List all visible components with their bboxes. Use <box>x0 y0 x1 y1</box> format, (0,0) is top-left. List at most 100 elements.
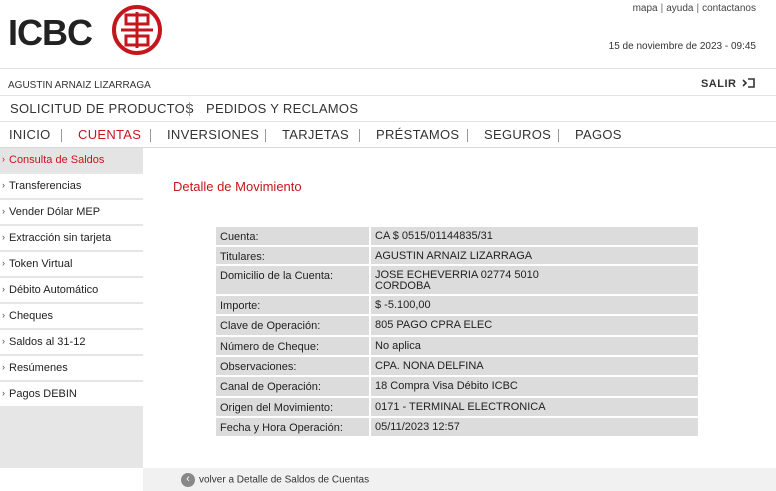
column-divider <box>369 357 371 375</box>
table-row: Titulares: AGUSTIN ARNAIZ LIZARRAGA <box>216 247 698 266</box>
menu-pedidos-y-reclamos[interactable]: PEDIDOS Y RECLAMOS <box>206 101 358 116</box>
table-row: Fecha y Hora Operación: 05/11/2023 12:57 <box>216 418 698 438</box>
field-label: Cuenta: <box>220 231 259 243</box>
icbc-logo-icon[interactable] <box>111 4 163 56</box>
back-link-label: volver a Detalle de Saldos de Cuentas <box>199 474 370 486</box>
table-row: Importe: $ -5.100,00 <box>216 296 698 316</box>
top-menu: SOLICITUD DE PRODUCTOS PEDIDOS Y RECLAMO… <box>0 95 776 121</box>
page-title: Detalle de Movimiento <box>173 179 302 194</box>
table-row: Canal de Operación: 18 Compra Visa Débito… <box>216 377 698 398</box>
back-link[interactable]: ‹ volver a Detalle de Saldos de Cuentas <box>181 473 369 487</box>
sidebar-item-debito-automatico[interactable]: › Débito Automático <box>0 278 143 304</box>
nav-divider <box>558 129 559 142</box>
sidebar-item-consulta-de-saldos[interactable]: › Consulta de Saldos <box>0 148 143 174</box>
sidebar-item-label: Extracción sin tarjeta <box>9 232 112 244</box>
sidebar-item-pagos-debin[interactable]: › Pagos DEBIN <box>0 382 143 408</box>
sidebar-item-label: Saldos al 31-12 <box>9 336 86 348</box>
field-label: Domicilio de la Cuenta: <box>220 270 334 282</box>
movement-detail-table: Cuenta: CA $ 0515/01144835/31 Titulares: A… <box>216 227 698 438</box>
field-value: 0171 - TERMINAL ELECTRONICA <box>375 401 546 413</box>
sidebar-item-label: Débito Automático <box>9 284 99 296</box>
separator: | <box>696 3 700 14</box>
table-row: Domicilio de la Cuenta: JOSE ECHEVERRIA 0… <box>216 266 698 296</box>
main-nav: INICIO CUENTAS INVERSIONES TARJETAS PRÉS… <box>0 121 776 148</box>
logout-label: SALIR <box>700 78 737 90</box>
field-value: CA $ 0515/01144835/31 <box>375 230 493 242</box>
field-value: CPA. NONA DELFINA <box>375 360 484 372</box>
nav-tarjetas[interactable]: TARJETAS <box>282 127 349 142</box>
chevron-right-icon: › <box>2 206 5 216</box>
field-value: $ -5.100,00 <box>375 299 431 311</box>
table-row: Cuenta: CA $ 0515/01144835/31 <box>216 227 698 247</box>
chevron-right-icon: › <box>2 284 5 294</box>
chevron-right-icon: › <box>2 388 5 398</box>
chevron-right-icon: › <box>2 232 5 242</box>
sidebar-item-label: Resúmenes <box>9 362 68 374</box>
sidebar-item-cheques[interactable]: › Cheques <box>0 304 143 330</box>
nav-seguros[interactable]: SEGUROS <box>484 127 551 142</box>
menu-solicitud-de-productos[interactable]: SOLICITUD DE PRODUCTOS <box>10 101 194 116</box>
link-mapa[interactable]: mapa <box>633 3 658 14</box>
column-divider <box>369 316 371 335</box>
chevron-right-icon: › <box>2 258 5 268</box>
brand-logo-text[interactable]: ICBC <box>8 12 93 54</box>
field-label: Origen del Movimiento: <box>220 402 334 414</box>
chevron-right-icon: › <box>2 362 5 372</box>
field-value: AGUSTIN ARNAIZ LIZARRAGA <box>375 250 533 262</box>
field-value: 18 Compra Visa Débito ICBC <box>375 380 518 392</box>
column-divider <box>369 227 371 245</box>
column-divider <box>369 266 371 294</box>
column-divider <box>369 418 371 436</box>
nav-divider <box>61 129 62 142</box>
nav-prestamos[interactable]: PRÉSTAMOS <box>376 127 459 142</box>
table-row: Clave de Operación: 805 PAGO CPRA ELEC <box>216 316 698 337</box>
nav-divider <box>359 129 360 142</box>
field-value: No aplica <box>375 340 421 352</box>
header: ICBC mapa | ayuda | contactanos 15 de noviem… <box>0 0 776 68</box>
field-label: Clave de Operación: <box>220 320 321 332</box>
top-links: mapa | ayuda | contactanos <box>633 3 756 14</box>
field-label: Titulares: <box>220 251 265 263</box>
link-contactanos[interactable]: contactanos <box>702 3 756 14</box>
nav-pagos[interactable]: PAGOS <box>575 127 622 142</box>
chevron-right-icon: › <box>2 180 5 190</box>
nav-divider <box>150 129 151 142</box>
nav-inversiones[interactable]: INVERSIONES <box>167 127 259 142</box>
nav-divider <box>467 129 468 142</box>
field-label: Importe: <box>220 300 261 312</box>
column-divider <box>369 296 371 314</box>
user-name: AGUSTIN ARNAIZ LIZARRAGA <box>8 80 151 91</box>
table-row: Número de Cheque: No aplica <box>216 337 698 357</box>
sidebar-item-resumenes[interactable]: › Resúmenes <box>0 356 143 382</box>
sidebar-item-token-virtual[interactable]: › Token Virtual <box>0 252 143 278</box>
sidebar-item-saldos-al-31-12[interactable]: › Saldos al 31-12 <box>0 330 143 356</box>
table-row: Origen del Movimiento: 0171 - TERMINAL EL… <box>216 398 698 418</box>
user-bar: AGUSTIN ARNAIZ LIZARRAGA SALIR <box>0 68 776 95</box>
sidebar-item-extraccion-sin-tarjeta[interactable]: › Extracción sin tarjeta <box>0 226 143 252</box>
sidebar-item-transferencias[interactable]: › Transferencias <box>0 174 143 200</box>
sidebar: › Consulta de Saldos › Transferencias › Ven… <box>0 148 150 491</box>
link-ayuda[interactable]: ayuda <box>666 3 693 14</box>
column-divider <box>369 398 371 416</box>
nav-inicio[interactable]: INICIO <box>9 127 51 142</box>
logout-button[interactable]: SALIR <box>701 78 756 90</box>
field-value: 805 PAGO CPRA ELEC <box>375 319 493 331</box>
field-value: 05/11/2023 12:57 <box>375 421 460 433</box>
sidebar-item-label: Consulta de Saldos <box>9 154 105 166</box>
column-divider <box>369 247 371 264</box>
chevron-left-icon: ‹ <box>181 473 195 487</box>
field-label: Número de Cheque: <box>220 341 320 353</box>
separator: | <box>660 3 664 14</box>
column-divider <box>369 377 371 396</box>
sidebar-item-vender-dolar-mep[interactable]: › Vender Dólar MEP <box>0 200 143 226</box>
main-content: Detalle de Movimiento Cuenta: CA $ 0515/0… <box>143 148 776 468</box>
nav-cuentas[interactable]: CUENTAS <box>78 127 141 142</box>
sidebar-item-label: Token Virtual <box>9 258 73 270</box>
field-label: Observaciones: <box>220 361 297 373</box>
column-divider <box>369 337 371 355</box>
menu-divider <box>189 102 190 116</box>
table-row: Observaciones: CPA. NONA DELFINA <box>216 357 698 377</box>
sidebar-item-label: Pagos DEBIN <box>9 388 77 400</box>
chevron-right-icon: › <box>2 310 5 320</box>
logout-icon <box>742 78 755 88</box>
